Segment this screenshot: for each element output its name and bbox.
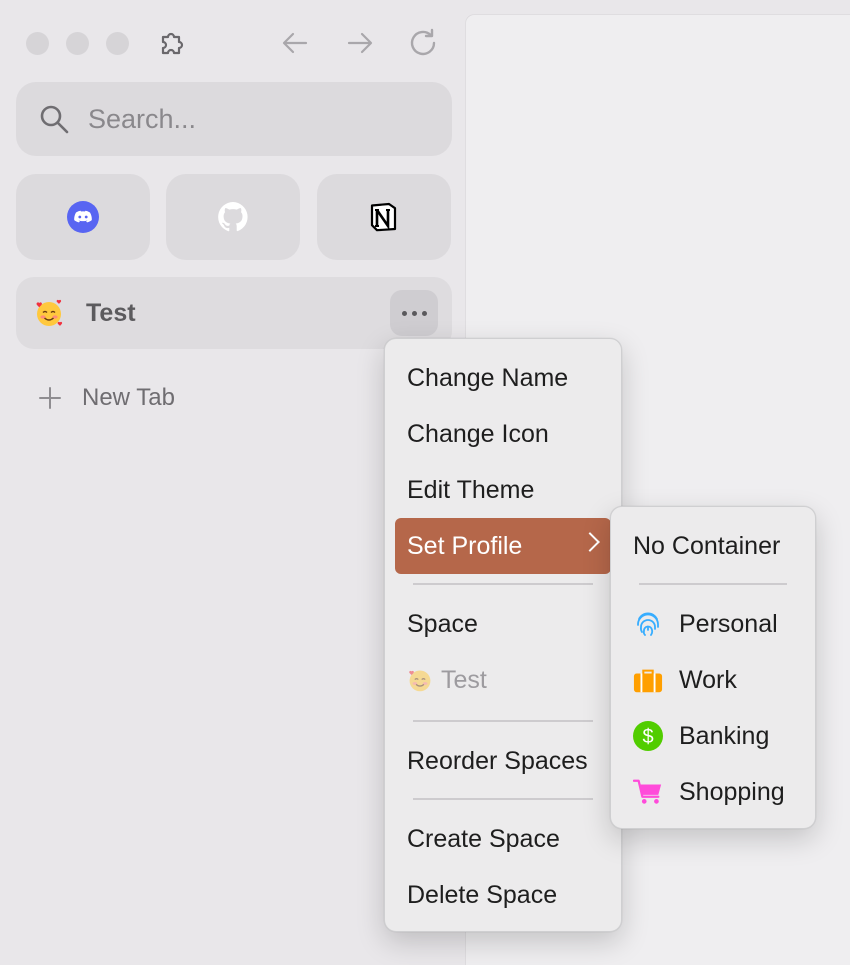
profile-submenu: No Container Personal Work $ Banking Sho… [610,506,816,829]
menu-no-container[interactable]: No Container [621,518,805,574]
pinned-discord[interactable] [16,174,150,260]
github-icon [218,202,248,232]
space-test[interactable]: Test [16,277,452,349]
menu-set-profile[interactable]: Set Profile [395,518,611,574]
discord-icon [67,201,99,233]
profile-shopping-label: Shopping [679,777,785,806]
more-options-button[interactable] [390,290,438,336]
space-context-menu: Change Name Change Icon Edit Theme Set P… [384,338,622,932]
menu-space-test-label: Test [441,665,487,694]
profile-work[interactable]: Work [621,652,805,708]
menu-edit-theme[interactable]: Edit Theme [395,462,611,518]
search-placeholder: Search... [88,103,197,134]
search-icon [40,105,69,134]
browser-window: Search... Test New Tab Change Name Chang… [0,0,850,965]
puzzle-icon[interactable] [154,26,188,60]
cart-icon [633,777,663,807]
profile-work-label: Work [679,665,737,694]
menu-divider [639,583,787,585]
menu-create-space[interactable]: Create Space [395,811,611,867]
chevron-right-icon [580,532,600,552]
profile-shopping[interactable]: Shopping [621,764,805,820]
new-tab-label: New Tab [82,384,175,411]
plus-icon [39,387,61,409]
smiling-face-with-hearts-icon [409,670,431,692]
menu-change-icon[interactable]: Change Icon [395,406,611,462]
menu-section-space: Space [407,609,478,638]
menu-divider [413,798,593,800]
svg-text:$: $ [642,726,653,748]
menu-reorder-spaces[interactable]: Reorder Spaces [395,733,611,789]
briefcase-icon [633,665,663,695]
profile-banking[interactable]: $ Banking [621,708,805,764]
arrow-left-icon[interactable] [278,26,312,60]
notion-icon [370,202,397,232]
menu-divider [413,720,593,722]
reload-icon[interactable] [406,26,440,60]
dollar-icon: $ [633,721,663,751]
profile-banking-label: Banking [679,721,770,750]
fingerprint-icon [633,609,663,639]
close-window-button[interactable] [26,32,49,55]
new-tab-button[interactable]: New Tab [38,384,175,412]
zoom-window-button[interactable] [106,32,129,55]
ellipsis-icon [401,310,407,316]
space-name: Test [86,298,136,327]
smiling-face-with-hearts-icon [36,299,63,326]
profile-personal[interactable]: Personal [621,596,805,652]
menu-delete-space[interactable]: Delete Space [395,867,611,923]
profile-personal-label: Personal [679,609,778,638]
menu-set-profile-label: Set Profile [407,531,523,560]
menu-divider [413,583,593,585]
minimize-window-button[interactable] [66,32,89,55]
pinned-notion[interactable] [317,174,451,260]
pinned-github[interactable] [166,174,300,260]
menu-space-test: Test [395,652,611,708]
menu-change-name[interactable]: Change Name [395,350,611,406]
search-bar[interactable]: Search... [16,82,452,156]
arrow-right-icon[interactable] [343,26,377,60]
